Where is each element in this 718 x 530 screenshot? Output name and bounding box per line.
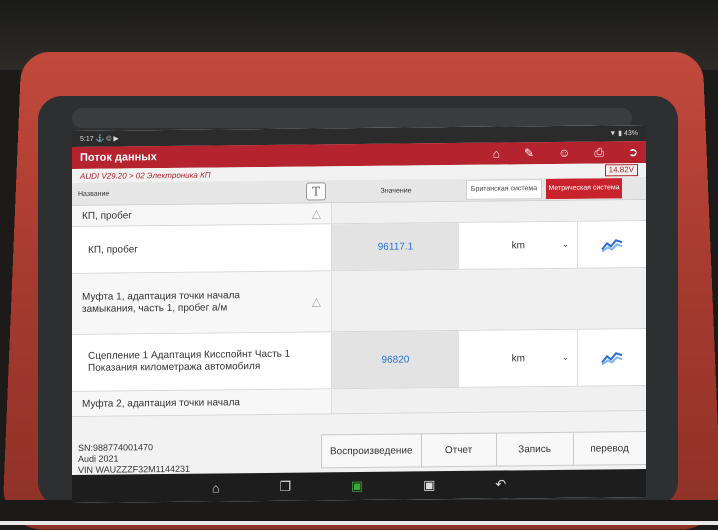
graph-icon	[601, 352, 623, 366]
home-icon[interactable]: ⌂	[493, 147, 500, 161]
group-blank	[332, 267, 646, 332]
unit-toggle: Британская система Метрическая система	[460, 177, 622, 201]
unit-select[interactable]: km ⌄	[459, 330, 577, 387]
table-row: КП, пробег 96117.1 km ⌄	[72, 220, 646, 275]
group-name: Муфта 2, адаптация точки начала	[82, 396, 240, 410]
row-name: Сцепление 1 Адаптация Кисспойнт Часть 1 …	[72, 332, 332, 392]
unit-british-button[interactable]: Британская система	[466, 179, 542, 200]
group-blank	[332, 199, 646, 224]
group-row[interactable]: Муфта 1, адаптация точки начала замыкани…	[72, 267, 646, 336]
exit-icon[interactable]: ➲	[628, 145, 638, 159]
page-title: Поток данных	[80, 151, 157, 164]
group-row[interactable]: Муфта 2, адаптация точки начала	[72, 385, 646, 418]
system-nav-bar: ⌂ ❐ ▣ ▣ ↶	[72, 468, 646, 504]
row-value: 96117.1	[331, 222, 460, 271]
photo-bottom-edge	[0, 521, 718, 525]
report-button[interactable]: Отчет	[420, 432, 497, 468]
header-actions: ⌂ ✎ ☺ ⎙ ➲	[493, 145, 638, 161]
group-label: Муфта 1, адаптация точки начала замыкани…	[72, 271, 332, 335]
chevron-up-icon[interactable]: △	[312, 206, 321, 220]
unit-select[interactable]: km ⌄	[459, 222, 577, 269]
status-icons-left: ⚓ © ▶	[95, 135, 119, 143]
unit-metric-button[interactable]: Метрическая система	[546, 178, 622, 200]
print-icon[interactable]: ⎙	[594, 145, 604, 159]
breadcrumb: AUDI V29.20 > 02 Электроника КП	[80, 170, 211, 181]
table-row: Сцепление 1 Адаптация Кисспойнт Часть 1 …	[72, 328, 646, 393]
column-name-label: Название	[78, 190, 110, 198]
chevron-down-icon: ⌄	[561, 351, 570, 362]
data-list: КП, пробег △ КП, пробег 96117.1 km ⌄ Муф…	[72, 199, 646, 418]
column-name-header: Название T	[72, 180, 332, 205]
record-button[interactable]: Запись	[495, 431, 574, 467]
translate-button[interactable]: перевод	[572, 430, 646, 466]
group-label: КП, пробег △	[72, 203, 332, 227]
group-name: КП, пробег	[82, 209, 132, 222]
action-bar: Воспроизведение Отчет Запись перевод	[321, 430, 646, 469]
group-label: Муфта 2, адаптация точки начала	[72, 389, 332, 417]
playback-button[interactable]: Воспроизведение	[321, 433, 422, 469]
text-size-button[interactable]: T	[306, 182, 326, 201]
recent-apps-icon[interactable]: ❐	[280, 479, 292, 495]
device-bezel-strip	[72, 108, 632, 128]
group-name: Муфта 1, адаптация точки начала замыкани…	[82, 290, 240, 315]
group-blank	[332, 385, 646, 414]
home-icon[interactable]: ⌂	[212, 480, 220, 495]
chevron-down-icon: ⌄	[561, 238, 570, 249]
chevron-up-icon[interactable]: △	[312, 294, 321, 308]
vehicle-info: SN:988774001470 Audi 2021 VIN WAUZZZF32M…	[78, 442, 190, 476]
unit-label: km	[511, 352, 525, 364]
device-screen: 5:17 ⚓ © ▶ ▼ ▮ 43% Поток данных ⌂ ✎ ☺ ⎙ …	[72, 124, 646, 504]
screenshot-icon[interactable]: ▣	[423, 477, 435, 493]
battery-voltage: 14.82V	[604, 164, 638, 177]
row-value: 96820	[331, 330, 460, 389]
graph-icon	[601, 239, 623, 253]
column-value-header: Значение	[380, 186, 412, 195]
status-icons-right: ▼ ▮ 43%	[609, 130, 638, 138]
back-icon[interactable]: ↶	[495, 476, 506, 492]
unit-label: km	[511, 239, 525, 251]
graph-button[interactable]	[577, 328, 646, 386]
user-icon[interactable]: ☺	[558, 146, 570, 160]
status-time: 5:17	[80, 135, 94, 143]
row-name: КП, пробег	[72, 224, 332, 274]
vci-icon[interactable]: ▣	[351, 478, 363, 494]
edit-icon[interactable]: ✎	[524, 146, 534, 160]
status-left: 5:17 ⚓ © ▶	[80, 135, 119, 143]
graph-button[interactable]	[577, 220, 646, 268]
